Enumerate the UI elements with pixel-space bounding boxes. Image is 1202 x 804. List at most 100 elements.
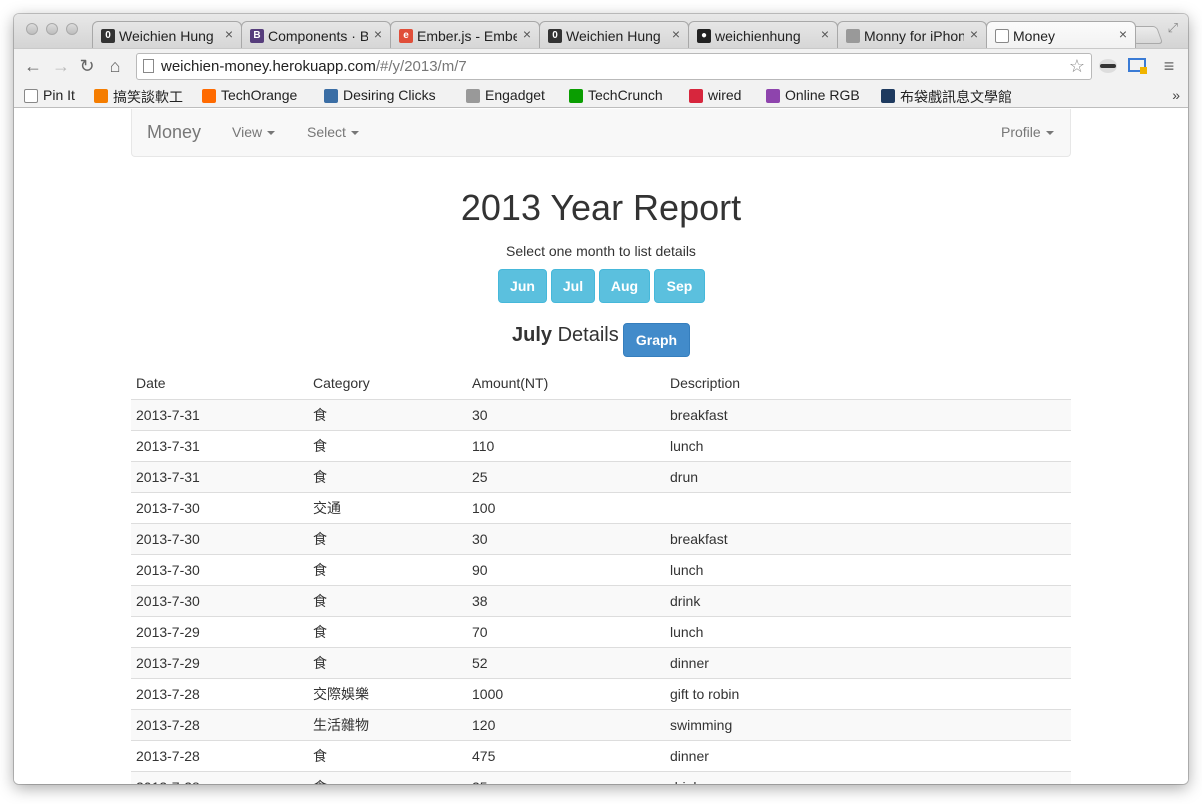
month-button-jul[interactable]: Jul	[551, 269, 595, 303]
home-icon[interactable]: ⌂	[104, 56, 126, 77]
page-icon	[995, 29, 1009, 43]
table-row: 2013-7-28 食 475 dinner	[131, 739, 1071, 771]
column-header-category: Category	[308, 367, 467, 400]
month-button-jun[interactable]: Jun	[498, 269, 547, 303]
tab-close-icon[interactable]: ×	[970, 26, 978, 42]
select-dropdown[interactable]: Select	[307, 124, 359, 140]
bookmark-item[interactable]: Pin It	[24, 87, 75, 103]
tab-title: Weichien Hung	[566, 28, 661, 44]
incognito-extension-icon[interactable]	[1098, 57, 1118, 75]
menu-icon[interactable]: ≡	[1158, 56, 1180, 77]
cell-date: 2013-7-30	[131, 584, 308, 616]
tab-close-icon[interactable]: ×	[374, 26, 382, 42]
site-icon	[881, 89, 895, 103]
cell-category: 交際娛樂	[308, 677, 467, 709]
fullscreen-icon[interactable]: ⤢	[1168, 20, 1178, 36]
cell-date: 2013-7-31	[131, 460, 308, 492]
month-button-sep[interactable]: Sep	[654, 269, 705, 303]
cell-category: 交通	[308, 491, 467, 523]
page-icon	[24, 89, 38, 103]
expense-table: Date Category Amount(NT) Description 201…	[131, 367, 1071, 784]
wired-icon	[689, 89, 703, 103]
cell-amount: 38	[467, 584, 665, 616]
bookmark-item[interactable]: 布袋戲訊息文學館	[881, 87, 1012, 107]
cell-amount: 70	[467, 615, 665, 647]
cell-category: 食	[308, 770, 467, 784]
forward-icon[interactable]: →	[50, 56, 72, 77]
caret-down-icon	[350, 131, 359, 136]
column-header-description: Description	[665, 367, 1071, 400]
chevron-more-icon[interactable]: »	[1172, 87, 1180, 103]
column-header-date: Date	[131, 367, 308, 400]
tab-close-icon[interactable]: ×	[1119, 26, 1127, 42]
graph-button[interactable]: Graph	[623, 323, 690, 357]
bookmark-label: Online RGB	[785, 87, 860, 103]
cell-amount: 100	[467, 491, 665, 523]
bookmarks-bar: Pin It 搞笑談軟工 TechOrange Desiring Clicks Enga…	[14, 84, 1188, 108]
cell-date: 2013-7-31	[131, 398, 308, 430]
browser-tab[interactable]: e Ember.js - Embedded ×	[390, 21, 540, 48]
browser-tab[interactable]: ● weichienhung ×	[688, 21, 838, 48]
techcrunch-icon	[569, 89, 583, 103]
browser-tab[interactable]: Money ×	[986, 21, 1136, 48]
bootstrap-icon: B	[250, 29, 264, 43]
page-icon	[143, 59, 154, 73]
bookmark-item[interactable]: Online RGB	[766, 87, 860, 103]
cell-amount: 25	[467, 460, 665, 492]
tab-close-icon[interactable]: ×	[523, 26, 531, 42]
bookmark-item[interactable]: TechCrunch	[569, 87, 663, 103]
tab-title: Monny for iPhone	[864, 28, 964, 44]
cell-date: 2013-7-28	[131, 739, 308, 771]
cell-amount: 30	[467, 398, 665, 430]
address-bar[interactable]: weichien-money.herokuapp.com/#/y/2013/m/…	[136, 53, 1092, 80]
reload-icon[interactable]: ↻	[76, 56, 98, 77]
tab-strip: 0Weichien Hung×BComponents · Bootstrap×e…	[14, 14, 1188, 48]
browser-tab[interactable]: 0 Weichien Hung ×	[539, 21, 689, 48]
zoom-window-icon[interactable]	[66, 23, 78, 35]
bookmark-item[interactable]: wired	[689, 87, 741, 103]
cell-category: 食	[308, 553, 467, 585]
tab-close-icon[interactable]: ×	[672, 26, 680, 42]
browser-window: 0Weichien Hung×BComponents · Bootstrap×e…	[14, 14, 1188, 784]
cell-date: 2013-7-30	[131, 522, 308, 554]
bookmark-item[interactable]: Engadget	[466, 87, 545, 103]
cell-category: 食	[308, 429, 467, 461]
cell-description: drink	[665, 770, 1071, 784]
brand-link[interactable]: Money	[147, 122, 201, 143]
close-window-icon[interactable]	[26, 23, 38, 35]
bookmark-label: 搞笑談軟工	[113, 89, 183, 105]
back-icon[interactable]: ←	[22, 56, 44, 77]
url-path: /#/y/2013/m/7	[375, 58, 467, 75]
minimize-window-icon[interactable]	[46, 23, 58, 35]
tab-title: weichienhung	[715, 28, 801, 44]
cell-date: 2013-7-29	[131, 646, 308, 678]
bookmark-star-icon[interactable]: ☆	[1069, 56, 1085, 77]
bookmark-item[interactable]: TechOrange	[202, 87, 297, 103]
apple-icon	[846, 29, 860, 43]
view-dropdown[interactable]: View	[232, 124, 276, 140]
cell-description: dinner	[665, 739, 1071, 771]
screen-capture-extension-icon[interactable]	[1128, 57, 1148, 75]
bookmark-item[interactable]: Desiring Clicks	[324, 87, 436, 103]
bookmark-label: Desiring Clicks	[343, 87, 436, 103]
github-icon: ●	[697, 29, 711, 43]
browser-tab[interactable]: B Components · Bootstrap ×	[241, 21, 391, 48]
cell-category: 食	[308, 646, 467, 678]
bookmark-item[interactable]: 搞笑談軟工	[94, 87, 183, 107]
tab-close-icon[interactable]: ×	[821, 26, 829, 42]
profile-dropdown[interactable]: Profile	[1001, 124, 1054, 140]
month-button-aug[interactable]: Aug	[599, 269, 650, 303]
app-navbar: Money View Select Profile	[131, 109, 1071, 157]
tab-title: Components · Bootstrap	[268, 28, 368, 44]
browser-tab[interactable]: 0 Weichien Hung ×	[92, 21, 242, 48]
caret-down-icon	[1045, 131, 1054, 136]
tab-close-icon[interactable]: ×	[225, 26, 233, 42]
browser-tab[interactable]: Monny for iPhone ×	[837, 21, 987, 48]
profile-label: Profile	[1001, 124, 1041, 140]
cell-description: drink	[665, 584, 1071, 616]
view-label: View	[232, 124, 263, 140]
cell-description: lunch	[665, 553, 1071, 585]
bookmark-label: TechCrunch	[588, 87, 663, 103]
table-row: 2013-7-31 食 110 lunch	[131, 429, 1071, 461]
cell-description: lunch	[665, 615, 1071, 647]
